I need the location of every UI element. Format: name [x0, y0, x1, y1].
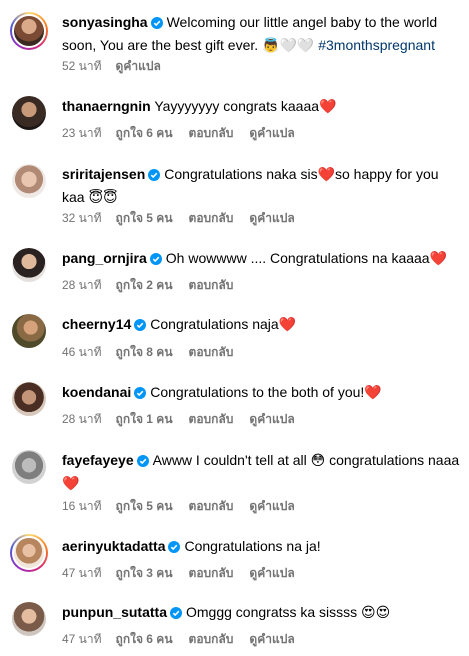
username[interactable]: sonyasingha — [62, 14, 148, 30]
avatar-wrap[interactable] — [12, 602, 46, 636]
verified-badge-icon — [148, 166, 161, 187]
avatar-wrap[interactable] — [12, 164, 46, 198]
comment-meta: 16 นาที ถูกใจ 5 คน ตอบกลับ ดูคำแปล — [62, 497, 311, 516]
comment-body: Omggg congratss ka sissss 😍😍 — [186, 604, 391, 620]
comment-time[interactable]: 28 นาที — [62, 278, 102, 292]
verified-badge-icon — [170, 604, 182, 625]
comment-time[interactable]: 23 นาที — [62, 126, 102, 140]
avatar[interactable] — [12, 14, 46, 48]
avatar[interactable] — [12, 96, 46, 130]
avatar[interactable] — [12, 450, 46, 484]
reply-button[interactable]: ตอบกลับ — [189, 566, 234, 580]
likes-count[interactable]: ถูกใจ 6 คน — [116, 632, 173, 646]
comment-time[interactable]: 46 นาที — [62, 345, 102, 359]
translate-link[interactable]: ดูคำแปล — [249, 211, 294, 225]
username[interactable]: cheerny14 — [62, 316, 131, 332]
avatar-wrap[interactable] — [12, 450, 46, 484]
comment-body: Congratulations na ja! — [184, 538, 321, 554]
translate-link[interactable]: ดูคำแปล — [249, 126, 294, 140]
comment-text: aerinyuktadatta Congratulations na ja! — [62, 536, 462, 559]
avatar-wrap[interactable] — [12, 96, 46, 130]
comment-body: Congratulations naja❤️ — [150, 316, 297, 332]
avatar[interactable] — [12, 382, 46, 416]
verified-badge-icon — [149, 250, 162, 271]
comment-meta: 52 นาที ดูคำแปล — [62, 57, 177, 76]
verified-badge-icon — [168, 538, 181, 559]
avatar-wrap[interactable] — [12, 382, 46, 416]
reply-button[interactable]: ตอบกลับ — [189, 126, 234, 140]
comment-time[interactable]: 28 นาที — [62, 412, 102, 426]
comment-time[interactable]: 47 นาที — [62, 566, 102, 580]
translate-link[interactable]: ดูคำแปล — [249, 412, 294, 426]
avatar-ring[interactable] — [10, 534, 48, 572]
comment-meta: 23 นาที ถูกใจ 6 คน ตอบกลับ ดูคำแปล — [62, 124, 311, 143]
avatar[interactable] — [12, 536, 46, 570]
comment-meta: 32 นาที ถูกใจ 5 คน ตอบกลับ ดูคำแปล — [62, 209, 311, 228]
reply-button[interactable]: ตอบกลับ — [189, 412, 234, 426]
likes-count[interactable]: ถูกใจ 3 คน — [116, 566, 173, 580]
likes-count[interactable]: ถูกใจ 5 คน — [116, 211, 173, 225]
comment-text: koendanai Congratulations to the both of … — [62, 382, 462, 405]
username[interactable]: fayefayeye — [62, 452, 134, 468]
likes-count[interactable]: ถูกใจ 8 คน — [116, 345, 173, 359]
avatar-wrap[interactable] — [12, 248, 46, 282]
comment-text: thanaerngnin Yayyyyyyy congrats kaaaa❤️ — [62, 96, 462, 117]
username[interactable]: punpun_sutatta — [62, 604, 167, 620]
verified-badge-icon — [150, 14, 163, 35]
comment-meta: 28 นาที ถูกใจ 1 คน ตอบกลับ ดูคำแปล — [62, 410, 311, 429]
translate-link[interactable]: ดูคำแปล — [249, 499, 294, 513]
avatar[interactable] — [12, 248, 46, 282]
username[interactable]: sriritajensen — [62, 166, 145, 182]
reply-button[interactable]: ตอบกลับ — [189, 345, 234, 359]
comment-time[interactable]: 52 นาที — [62, 59, 102, 73]
comment-text: fayefayeye Awww I couldn't tell at all 😳 … — [62, 450, 462, 494]
comment-text: punpun_sutatta Omggg congratss ka sissss … — [62, 602, 462, 625]
username[interactable]: thanaerngnin — [62, 98, 151, 114]
likes-count[interactable]: ถูกใจ 1 คน — [116, 412, 173, 426]
hashtag-link[interactable]: #3monthspregnant — [318, 37, 435, 53]
comment-text: cheerny14 Congratulations naja❤️ — [62, 314, 462, 337]
likes-count[interactable]: ถูกใจ 6 คน — [116, 126, 173, 140]
reply-button[interactable]: ตอบกลับ — [189, 211, 234, 225]
translate-link[interactable]: ดูคำแปล — [249, 566, 294, 580]
reply-button[interactable]: ตอบกลับ — [189, 499, 234, 513]
avatar[interactable] — [12, 164, 46, 198]
reply-button[interactable]: ตอบกลับ — [189, 278, 234, 292]
comment-meta: 46 นาที ถูกใจ 8 คน ตอบกลับ — [62, 343, 249, 362]
avatar-wrap[interactable] — [12, 314, 46, 348]
comment-time[interactable]: 32 นาที — [62, 211, 102, 225]
comment-text: pang_ornjira Oh wowwww .... Congratulatio… — [62, 248, 462, 271]
comment-meta: 28 นาที ถูกใจ 2 คน ตอบกลับ — [62, 276, 249, 295]
comment-text: sonyasingha Welcoming our little angel ba… — [62, 12, 462, 56]
avatar[interactable] — [12, 314, 46, 348]
comment-time[interactable]: 16 นาที — [62, 499, 102, 513]
likes-count[interactable]: ถูกใจ 5 คน — [116, 499, 173, 513]
comment-body: Oh wowwww .... Congratulations na kaaaa❤… — [165, 250, 448, 266]
avatar-ring[interactable] — [10, 12, 48, 50]
comment-body: Yayyyyyyy congrats kaaaa❤️ — [154, 98, 337, 114]
translate-link[interactable]: ดูคำแปล — [116, 59, 161, 73]
comment-text: sriritajensen Congratulations naka sis❤️s… — [62, 164, 462, 208]
avatar[interactable] — [12, 602, 46, 636]
comment-meta: 47 นาที ถูกใจ 6 คน ตอบกลับ ดูคำแปล — [62, 630, 311, 649]
verified-badge-icon — [136, 452, 149, 473]
reply-button[interactable]: ตอบกลับ — [189, 632, 234, 646]
username[interactable]: aerinyuktadatta — [62, 538, 165, 554]
username[interactable]: koendanai — [62, 384, 131, 400]
likes-count[interactable]: ถูกใจ 2 คน — [116, 278, 173, 292]
verified-badge-icon — [134, 384, 147, 405]
username[interactable]: pang_ornjira — [62, 250, 147, 266]
verified-badge-icon — [134, 316, 147, 337]
comment-meta: 47 นาที ถูกใจ 3 คน ตอบกลับ ดูคำแปล — [62, 564, 311, 583]
translate-link[interactable]: ดูคำแปล — [249, 632, 294, 646]
comment-time[interactable]: 47 นาที — [62, 632, 102, 646]
comment-body: Congratulations to the both of you!❤️ — [150, 384, 382, 400]
